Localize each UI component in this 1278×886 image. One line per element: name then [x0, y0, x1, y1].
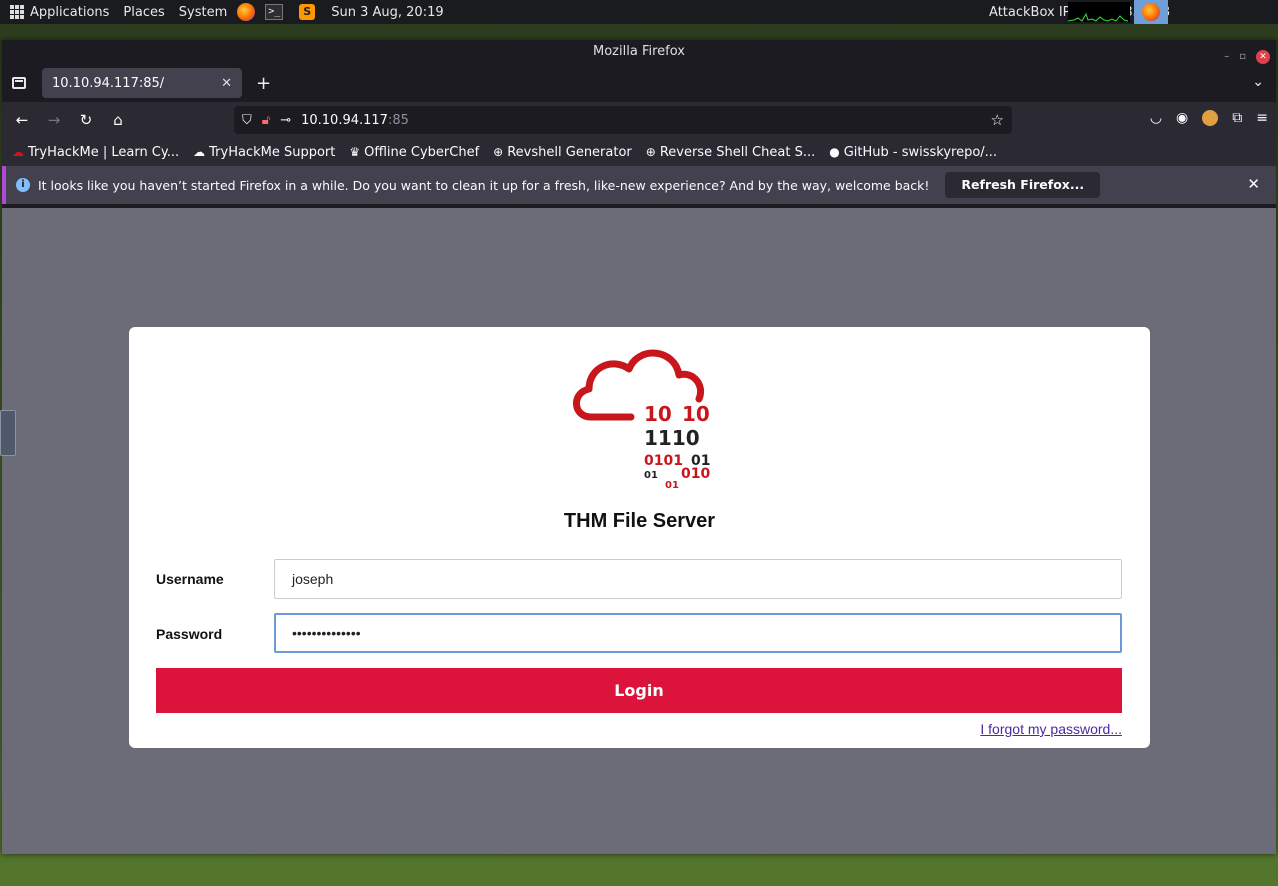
bookmark-tryhackme[interactable]: ☁ TryHackMe | Learn Cy...	[12, 145, 179, 160]
menu-system[interactable]: System	[179, 5, 227, 20]
logo-binary-6: 01	[644, 470, 658, 481]
firefox-taskbar-button[interactable]	[1134, 0, 1168, 24]
bookmark-cyberchef[interactable]: ♛ Offline CyberChef	[349, 145, 479, 160]
login-card: 10 10 1110 0101 01 01 010 01 THM File Se…	[129, 327, 1150, 748]
github-icon: ●	[829, 145, 840, 159]
close-window-icon[interactable]: ✕	[1256, 50, 1270, 64]
page-title: THM File Server	[563, 510, 716, 532]
tab-close-icon[interactable]: ✕	[221, 76, 232, 91]
bookmark-label: TryHackMe | Learn Cy...	[28, 144, 180, 160]
username-input[interactable]: joseph	[274, 559, 1122, 599]
page-content: 10 10 1110 0101 01 01 010 01 THM File Se…	[2, 208, 1276, 854]
bookmark-revshell[interactable]: ⊕ Revshell Generator	[493, 145, 632, 160]
cloud-icon: ☁	[193, 145, 206, 159]
url-host: 10.10.94.117	[301, 112, 388, 128]
logo-binary-3: 1110	[644, 426, 700, 450]
home-icon[interactable]: ⌂	[106, 111, 130, 129]
menu-places[interactable]: Places	[123, 5, 164, 20]
logo-binary-8: 01	[665, 480, 679, 491]
bookmark-label: Revshell Generator	[507, 144, 632, 160]
bookmark-label: Offline CyberChef	[364, 144, 480, 160]
bookmark-star-icon[interactable]: ☆	[991, 111, 1004, 129]
refresh-notification: i It looks like you haven’t started Fire…	[2, 166, 1276, 204]
bookmark-github[interactable]: ● GitHub - swisskyrepo/...	[829, 145, 997, 160]
tab-label: 10.10.94.117:85/	[52, 75, 165, 91]
bookmark-label: TryHackMe Support	[209, 144, 336, 160]
key-icon[interactable]: ⊸	[280, 113, 291, 128]
forgot-password-link[interactable]: I forgot my password...	[980, 721, 1122, 737]
apps-grid-icon[interactable]	[10, 5, 24, 19]
refresh-firefox-button[interactable]: Refresh Firefox...	[945, 172, 1101, 198]
cloud-logo-icon: 10 10 1110 0101 01 01 010 01	[573, 349, 710, 491]
desktop-panel: Applications Places System >_ S Sun 3 Au…	[0, 0, 1278, 24]
info-icon: i	[16, 178, 30, 192]
reload-icon[interactable]: ↻	[74, 111, 98, 129]
globe-icon: ⊕	[645, 145, 656, 159]
logo-binary-4: 0101	[644, 453, 683, 469]
bookmark-label: GitHub - swisskyrepo/...	[843, 144, 998, 160]
bookmark-thm-support[interactable]: ☁ TryHackMe Support	[193, 145, 335, 160]
back-icon[interactable]: ←	[10, 111, 34, 129]
notification-close-icon[interactable]: ✕	[1247, 175, 1260, 193]
bookmarks-toolbar: ☁ TryHackMe | Learn Cy... ☁ TryHackMe Supp…	[2, 138, 1276, 166]
chef-icon: ♛	[349, 145, 361, 159]
tab-bar: 10.10.94.117:85/ ✕ + ⌄	[2, 64, 1276, 102]
insecure-lock-icon[interactable]: 🔓︎	[262, 113, 270, 128]
pocket-icon[interactable]: ◡	[1150, 110, 1162, 126]
sublime-launcher-icon[interactable]: S	[299, 4, 316, 20]
logo-binary-7: 010	[681, 466, 710, 482]
logo-binary-1: 10	[644, 402, 672, 426]
url-port: :85	[387, 112, 409, 128]
menu-hamburger-icon[interactable]: ≡	[1256, 110, 1268, 126]
tryhackme-icon: ☁	[12, 145, 24, 159]
window-titlebar[interactable]: Mozilla Firefox – ▫ ✕	[2, 40, 1276, 64]
firefox-taskbar-icon	[1142, 3, 1160, 21]
firefox-window: Mozilla Firefox – ▫ ✕ 10.10.94.117:85/ ✕…	[2, 40, 1276, 854]
username-label: Username	[156, 571, 224, 587]
password-label: Password	[156, 626, 223, 642]
url-bar[interactable]: ⛉ 🔓︎ ⊸ 10.10.94.117:85 ☆	[234, 106, 1012, 134]
account-icon[interactable]: ◉	[1176, 110, 1188, 126]
firefox-launcher-icon[interactable]	[237, 3, 256, 21]
terminal-launcher-icon[interactable]: >_	[265, 4, 284, 20]
side-panel-handle[interactable]	[0, 410, 16, 456]
extension-icon[interactable]	[1202, 110, 1219, 126]
login-button[interactable]: Login	[156, 668, 1122, 713]
menu-applications[interactable]: Applications	[30, 5, 109, 20]
list-all-tabs-icon[interactable]: ⌄	[1252, 74, 1264, 90]
bookmark-label: Reverse Shell Cheat S...	[659, 144, 816, 160]
bookmark-reverse-shell-cheat[interactable]: ⊕ Reverse Shell Cheat S...	[646, 145, 815, 160]
clock[interactable]: Sun 3 Aug, 20:19	[331, 5, 443, 20]
extensions-icon[interactable]: ⧉	[1232, 110, 1242, 126]
new-tab-icon[interactable]: +	[256, 73, 271, 94]
window-title: Mozilla Firefox	[593, 44, 685, 59]
notification-message: It looks like you haven’t started Firefo…	[38, 177, 930, 193]
logo-binary-2: 10	[682, 402, 710, 426]
tab-active[interactable]: 10.10.94.117:85/ ✕	[42, 68, 242, 98]
shield-icon[interactable]: ⛉	[242, 113, 252, 128]
network-graph	[1068, 2, 1130, 22]
forward-icon[interactable]: →	[42, 111, 66, 129]
firefox-view-icon[interactable]	[12, 77, 26, 89]
nav-bar: ← → ↻ ⌂ ⛉ 🔓︎ ⊸ 10.10.94.117:85 ☆ ◡ ◉ ⧉ ≡	[2, 102, 1276, 138]
globe-icon: ⊕	[493, 145, 504, 159]
password-input[interactable]: ••••••••••••••	[274, 613, 1122, 653]
